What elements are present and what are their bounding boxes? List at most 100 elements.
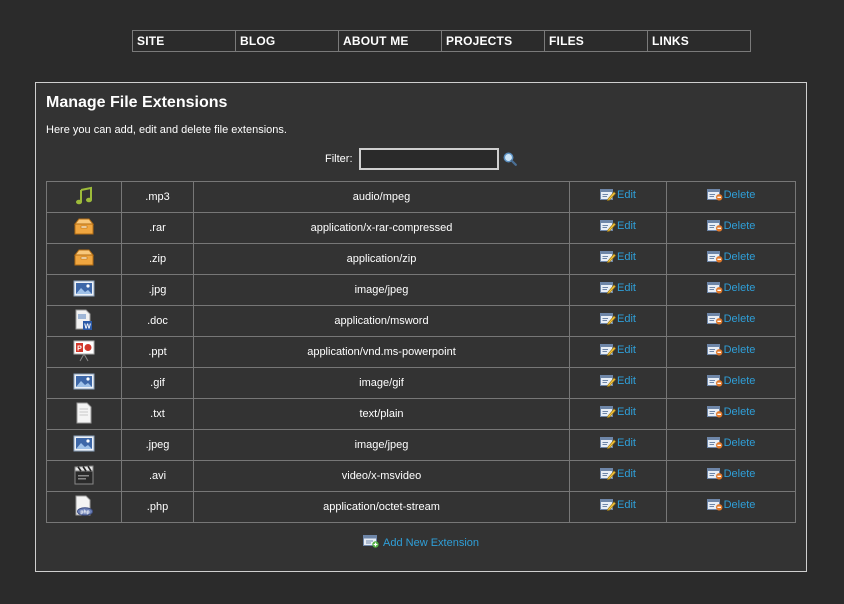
delete-icon bbox=[706, 249, 724, 266]
row-icon-cell bbox=[46, 429, 122, 461]
add-new-extension-link[interactable]: Add New Extension bbox=[383, 537, 479, 549]
edit-button[interactable]: Edit bbox=[600, 373, 636, 390]
edit-icon bbox=[600, 187, 617, 204]
table-row: .txt text/plain Edit Delete bbox=[46, 398, 796, 430]
delete-button[interactable]: Delete bbox=[706, 404, 756, 421]
delete-link[interactable]: Delete bbox=[724, 313, 756, 325]
archive-box-icon bbox=[73, 249, 95, 270]
edit-button[interactable]: Edit bbox=[600, 466, 636, 483]
edit-link[interactable]: Edit bbox=[617, 406, 636, 418]
filter-row: Filter: bbox=[325, 148, 517, 170]
text-file-icon bbox=[75, 402, 93, 427]
edit-cell: Edit bbox=[569, 367, 667, 399]
delete-link[interactable]: Delete bbox=[724, 251, 756, 263]
edit-cell: Edit bbox=[569, 336, 667, 368]
filter-input[interactable] bbox=[358, 148, 499, 170]
delete-button[interactable]: Delete bbox=[706, 373, 756, 390]
table-row: .rar application/x-rar-compressed Edit Dele… bbox=[46, 212, 796, 244]
nav-item-links[interactable]: LINKS bbox=[647, 30, 751, 52]
nav-item-site[interactable]: SITE bbox=[132, 30, 236, 52]
edit-icon bbox=[600, 466, 617, 483]
delete-link[interactable]: Delete bbox=[724, 282, 756, 294]
table-row: .zip application/zip Edit Delete bbox=[46, 243, 796, 275]
edit-button[interactable]: Edit bbox=[600, 342, 636, 359]
edit-link[interactable]: Edit bbox=[617, 282, 636, 294]
delete-cell: Delete bbox=[666, 460, 796, 492]
mime-type-cell: application/vnd.ms-powerpoint bbox=[193, 336, 570, 368]
edit-link[interactable]: Edit bbox=[617, 251, 636, 263]
edit-icon bbox=[600, 249, 617, 266]
edit-link[interactable]: Edit bbox=[617, 437, 636, 449]
page-title: Manage File Extensions bbox=[46, 94, 228, 111]
delete-link[interactable]: Delete bbox=[724, 406, 756, 418]
table-row: P .ppt application/vnd.ms-powerpoint Edit De… bbox=[46, 336, 796, 368]
delete-button[interactable]: Delete bbox=[706, 311, 756, 328]
delete-link[interactable]: Delete bbox=[724, 375, 756, 387]
delete-link[interactable]: Delete bbox=[724, 344, 756, 356]
delete-button[interactable]: Delete bbox=[706, 280, 756, 297]
music-note-icon bbox=[74, 186, 94, 209]
delete-link[interactable]: Delete bbox=[724, 220, 756, 232]
delete-link[interactable]: Delete bbox=[724, 189, 756, 201]
delete-cell: Delete bbox=[666, 274, 796, 306]
image-icon bbox=[73, 435, 95, 456]
delete-link[interactable]: Delete bbox=[724, 437, 756, 449]
table-row: .jpg image/jpeg Edit Delete bbox=[46, 274, 796, 306]
delete-cell: Delete bbox=[666, 243, 796, 275]
mime-type-cell: image/jpeg bbox=[193, 274, 570, 306]
extensions-table: .mp3 audio/mpeg Edit Delete .rar application/… bbox=[46, 181, 796, 523]
edit-button[interactable]: Edit bbox=[600, 218, 636, 235]
edit-icon bbox=[600, 497, 617, 514]
row-icon-cell: W bbox=[46, 305, 122, 337]
edit-cell: Edit bbox=[569, 429, 667, 461]
mime-type-cell: audio/mpeg bbox=[193, 181, 570, 213]
delete-button[interactable]: Delete bbox=[706, 466, 756, 483]
delete-icon bbox=[706, 435, 724, 452]
edit-link[interactable]: Edit bbox=[617, 344, 636, 356]
row-icon-cell bbox=[46, 243, 122, 275]
delete-button[interactable]: Delete bbox=[706, 249, 756, 266]
delete-cell: Delete bbox=[666, 181, 796, 213]
content-panel: Manage File Extensions Here you can add,… bbox=[35, 82, 807, 572]
edit-link[interactable]: Edit bbox=[617, 499, 636, 511]
edit-button[interactable]: Edit bbox=[600, 497, 636, 514]
nav-item-files[interactable]: FILES bbox=[544, 30, 648, 52]
delete-button[interactable]: Delete bbox=[706, 435, 756, 452]
edit-link[interactable]: Edit bbox=[617, 313, 636, 325]
edit-cell: Edit bbox=[569, 274, 667, 306]
edit-link[interactable]: Edit bbox=[617, 189, 636, 201]
edit-icon bbox=[600, 280, 617, 297]
delete-button[interactable]: Delete bbox=[706, 342, 756, 359]
nav-item-blog[interactable]: BLOG bbox=[235, 30, 339, 52]
delete-button[interactable]: Delete bbox=[706, 497, 756, 514]
delete-icon bbox=[706, 218, 724, 235]
edit-button[interactable]: Edit bbox=[600, 435, 636, 452]
filter-label: Filter: bbox=[325, 153, 353, 165]
extension-cell: .gif bbox=[121, 367, 194, 399]
edit-icon bbox=[600, 218, 617, 235]
nav-item-projects[interactable]: PROJECTS bbox=[441, 30, 545, 52]
delete-icon bbox=[706, 373, 724, 390]
edit-button[interactable]: Edit bbox=[600, 311, 636, 328]
search-icon[interactable] bbox=[503, 152, 517, 166]
delete-button[interactable]: Delete bbox=[706, 218, 756, 235]
extension-cell: .txt bbox=[121, 398, 194, 430]
add-new-extension[interactable]: Add New Extension bbox=[363, 534, 479, 551]
edit-button[interactable]: Edit bbox=[600, 280, 636, 297]
delete-link[interactable]: Delete bbox=[724, 468, 756, 480]
edit-link[interactable]: Edit bbox=[617, 375, 636, 387]
edit-button[interactable]: Edit bbox=[600, 187, 636, 204]
edit-icon bbox=[600, 404, 617, 421]
edit-button[interactable]: Edit bbox=[600, 404, 636, 421]
edit-link[interactable]: Edit bbox=[617, 220, 636, 232]
nav-item-about-me[interactable]: ABOUT ME bbox=[338, 30, 442, 52]
delete-button[interactable]: Delete bbox=[706, 187, 756, 204]
delete-cell: Delete bbox=[666, 212, 796, 244]
delete-icon bbox=[706, 466, 724, 483]
image-icon bbox=[73, 373, 95, 394]
delete-link[interactable]: Delete bbox=[724, 499, 756, 511]
edit-link[interactable]: Edit bbox=[617, 468, 636, 480]
edit-button[interactable]: Edit bbox=[600, 249, 636, 266]
page-description: Here you can add, edit and delete file e… bbox=[46, 124, 287, 136]
add-icon bbox=[363, 534, 383, 551]
